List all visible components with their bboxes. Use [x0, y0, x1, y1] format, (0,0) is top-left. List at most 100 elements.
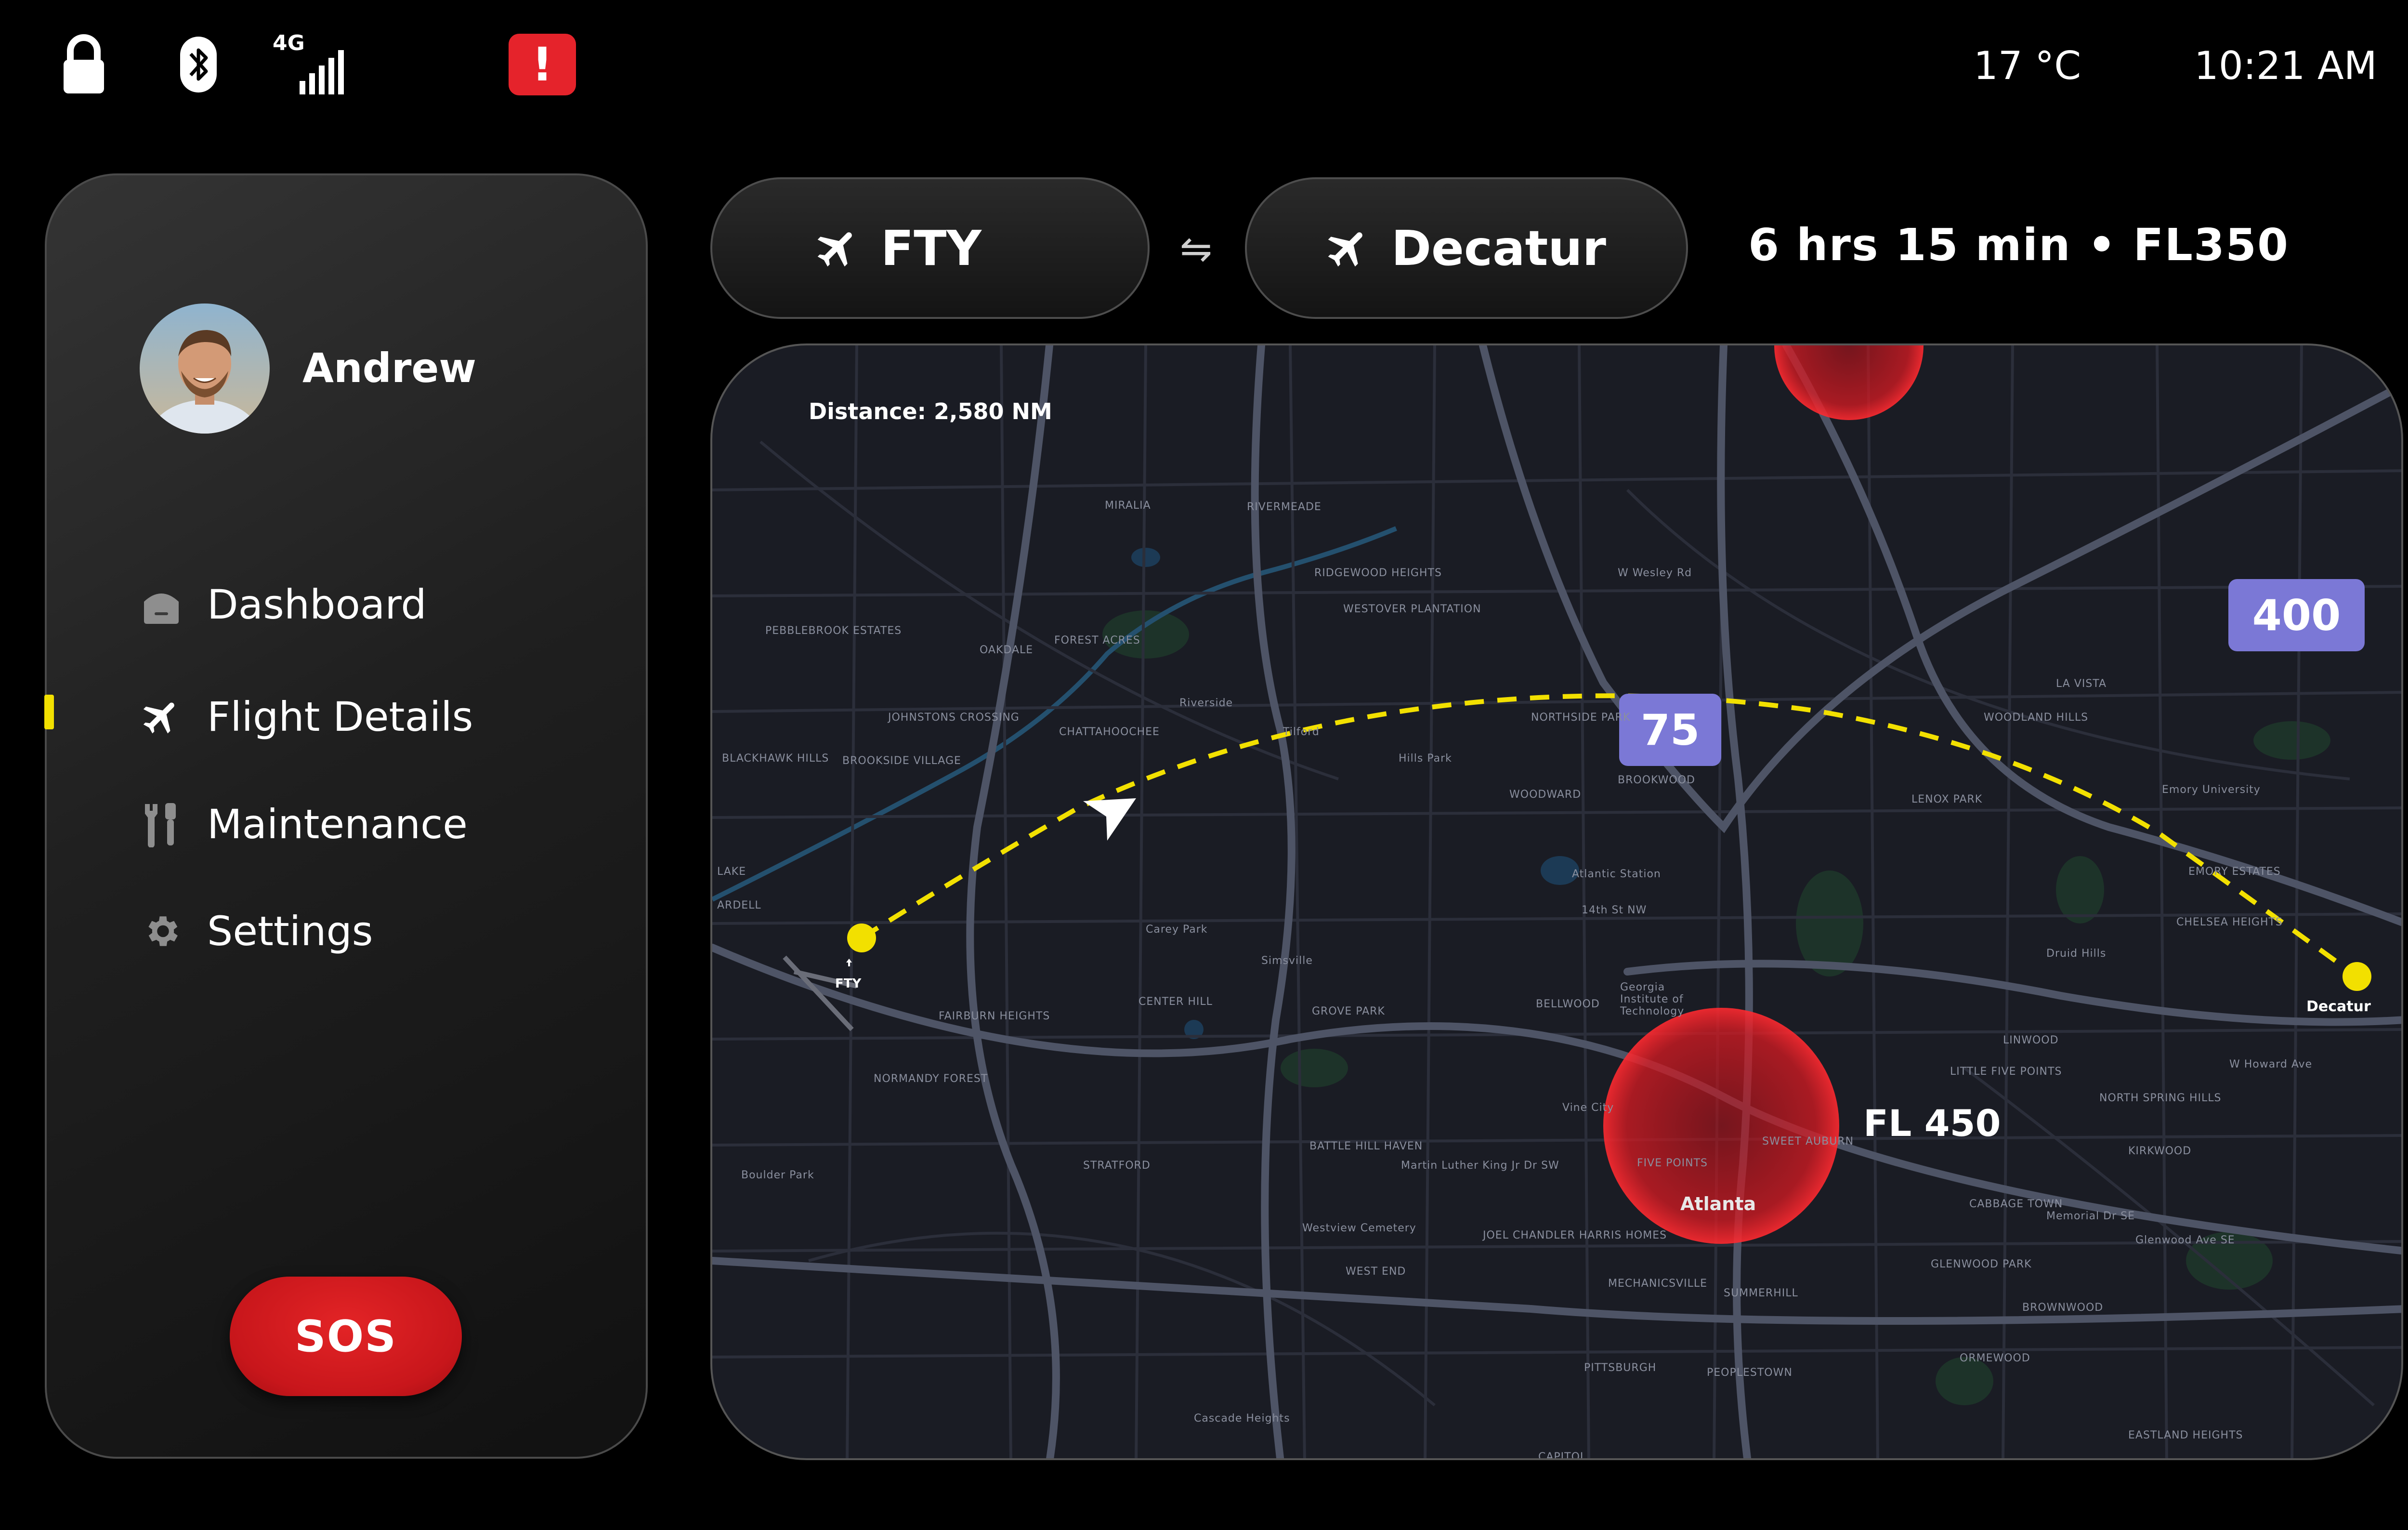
flight-summary: 6 hrs 15 min • FL350	[1748, 219, 2290, 271]
map-place: BROOKWOOD	[1618, 774, 1695, 786]
bluetooth-icon	[180, 37, 217, 94]
map-place: LITTLE FIVE POINTS	[1950, 1066, 2062, 1078]
map-place: BATTLE HILL HAVEN	[1309, 1140, 1423, 1152]
map-place: Carey Park	[1146, 923, 1208, 936]
map-place: Martin Luther King Jr Dr SW	[1401, 1160, 1559, 1172]
map-place: WEST END	[1346, 1266, 1406, 1278]
map-place: MIRALIA	[1105, 500, 1151, 512]
nav-item-maintenance[interactable]: Maintenance	[140, 795, 468, 853]
map-place: BLACKHAWK HILLS	[722, 752, 829, 765]
map-place: JOEL CHANDLER HARRIS HOMES	[1483, 1229, 1667, 1241]
restricted-zone-label: FL 450	[1863, 1102, 2001, 1145]
flight-map[interactable]: Distance: 2,580 NM 75 400 FL 450 FTY Dec…	[710, 343, 2403, 1460]
map-place: Atlantic Station	[1572, 868, 1661, 880]
clock: 10:21 AM	[2194, 43, 2377, 88]
map-place: NORTHSIDE PARK	[1531, 712, 1631, 724]
map-place: Simsville	[1261, 955, 1313, 967]
map-place: GROVE PARK	[1312, 1005, 1385, 1017]
origin-selector[interactable]: FTY	[710, 177, 1150, 319]
map-place: LENOX PARK	[1911, 793, 1983, 805]
origin-marker[interactable]	[847, 923, 876, 952]
map-place: Boulder Park	[741, 1169, 814, 1181]
map-place: PEOPLESTOWN	[1707, 1367, 1793, 1379]
swap-icon[interactable]: ⇋	[1180, 226, 1212, 271]
map-place: ARDELL	[717, 899, 761, 911]
temperature: 17 °C	[1974, 43, 2081, 88]
map-place: Tilford	[1283, 726, 1320, 738]
map-place: WESTOVER PLANTATION	[1343, 603, 1481, 615]
altitude-badge-400[interactable]: 400	[2228, 579, 2365, 651]
destination-marker[interactable]	[2343, 962, 2371, 991]
nav-label-maintenance: Maintenance	[207, 801, 468, 848]
map-place: BROOKSIDE VILLAGE	[842, 755, 961, 767]
map-place: WOODWARD	[1509, 789, 1582, 801]
map-place: FIVE POINTS	[1637, 1157, 1708, 1169]
nav-item-flight-details[interactable]: Flight Details	[140, 688, 473, 746]
map-place: CHATTAHOOCHEE	[1059, 726, 1160, 738]
map-place: WOODLAND HILLS	[1984, 712, 2089, 724]
alert-badge[interactable]: !	[509, 34, 576, 95]
map-place: NORMANDY FOREST	[874, 1073, 988, 1085]
destination-map-label: Decatur	[2306, 998, 2371, 1015]
map-place: ORMEWOOD	[1960, 1352, 2030, 1364]
map-place: KIRKWOOD	[2128, 1145, 2192, 1157]
destination-label: Decatur	[1391, 220, 1606, 277]
map-place: RIDGEWOOD HEIGHTS	[1314, 567, 1442, 579]
map-place: Riverside	[1179, 697, 1233, 709]
avatar[interactable]	[140, 303, 270, 434]
signal-4g-icon: 4G	[271, 31, 353, 98]
map-place: NORTH SPRING HILLS	[2099, 1092, 2222, 1104]
destination-selector[interactable]: Decatur	[1245, 177, 1688, 319]
nav-item-dashboard[interactable]: Dashboard	[140, 576, 427, 633]
home-icon	[140, 583, 183, 626]
map-place: Hills Park	[1399, 752, 1452, 765]
nav-label-dashboard: Dashboard	[207, 581, 427, 628]
distance-label: Distance: 2,580 NM	[809, 398, 1052, 424]
nav-item-settings[interactable]: Settings	[140, 902, 373, 960]
map-place: Vine City	[1562, 1102, 1614, 1114]
map-place: CAPITOL	[1538, 1451, 1587, 1460]
map-place: EASTLAND HEIGHTS	[2128, 1429, 2243, 1441]
map-place: BELLWOOD	[1536, 998, 1600, 1010]
map-place: STRATFORD	[1083, 1160, 1151, 1172]
map-place: EMORY ESTATES	[2188, 866, 2281, 878]
map-place: FAIRBURN HEIGHTS	[939, 1010, 1050, 1022]
origin-label: FTY	[881, 220, 982, 277]
active-nav-indicator	[44, 695, 54, 729]
map-place: Druid Hills	[2046, 948, 2107, 960]
map-place: LA VISTA	[2056, 678, 2107, 690]
aircraft-position-icon	[1083, 798, 1136, 841]
network-label: 4G	[273, 31, 305, 55]
alert-icon: !	[532, 38, 553, 92]
map-place: LAKE	[717, 866, 746, 878]
city-label: Atlanta	[1680, 1193, 1756, 1214]
map-place: OAKDALE	[980, 644, 1034, 656]
map-place: SWEET AUBURN	[1762, 1135, 1854, 1148]
map-place: LINWOOD	[2003, 1034, 2059, 1046]
restricted-zone-north[interactable]	[1774, 345, 1924, 420]
origin-code-label: FTY	[835, 976, 862, 991]
gear-icon	[140, 910, 183, 953]
map-place: CHELSEA HEIGHTS	[2176, 916, 2283, 928]
map-place: PITTSBURGH	[1584, 1362, 1657, 1374]
map-place: PEBBLEBROOK ESTATES	[765, 625, 902, 637]
map-place: RIVERMEADE	[1247, 501, 1322, 513]
wrench-screwdriver-icon	[140, 803, 183, 847]
map-place: Glenwood Ave SE	[2135, 1234, 2235, 1246]
map-place: Westview Cemetery	[1302, 1222, 1416, 1234]
altitude-badge-75[interactable]: 75	[1619, 694, 1721, 766]
airplane-icon	[140, 695, 183, 739]
map-place: W Wesley Rd	[1618, 567, 1692, 579]
map-place: CABBAGE TOWN	[1969, 1198, 2063, 1210]
map-place: W Howard Ave	[2229, 1058, 2313, 1070]
map-place: BROWNWOOD	[2022, 1302, 2104, 1314]
airplane-icon	[1324, 224, 1372, 272]
map-place: SUMMERHILL	[1724, 1287, 1798, 1299]
map-place: FOREST ACRES	[1054, 634, 1140, 646]
nav-label-flight-details: Flight Details	[207, 693, 473, 740]
lock-icon	[62, 34, 106, 96]
map-place: Georgia Institute of Technology	[1620, 981, 1685, 1017]
sos-button[interactable]: SOS	[230, 1277, 462, 1396]
map-place: 14th St NW	[1582, 904, 1647, 916]
map-place: CENTER HILL	[1139, 996, 1213, 1008]
